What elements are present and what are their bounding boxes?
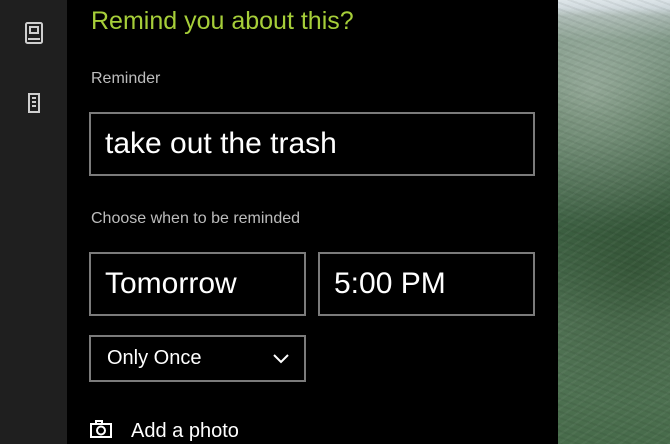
building-icon <box>24 91 44 120</box>
date-picker[interactable]: Tomorrow <box>89 252 306 316</box>
landscape-background <box>558 0 670 444</box>
schedule-label: Choose when to be reminded <box>91 210 301 227</box>
repeat-value: Only Once <box>107 347 202 369</box>
forest-texture <box>558 0 670 444</box>
time-value: 5:00 PM <box>334 267 446 300</box>
repeat-dropdown[interactable]: Only Once <box>89 335 306 382</box>
notebook-icon <box>22 21 46 50</box>
reminder-text: take out the trash <box>105 127 337 160</box>
building-button[interactable] <box>0 80 67 130</box>
reminder-label: Reminder <box>91 70 161 87</box>
camera-icon <box>89 419 113 444</box>
notebook-button[interactable] <box>0 10 67 60</box>
reminder-input[interactable]: take out the trash <box>89 112 535 176</box>
date-value: Tomorrow <box>105 267 237 300</box>
add-photo-label: Add a photo <box>131 419 239 442</box>
page-title: Remind you about this? <box>91 7 354 35</box>
add-photo-button[interactable]: Add a photo <box>89 418 239 444</box>
time-picker[interactable]: 5:00 PM <box>318 252 535 316</box>
left-rail <box>0 0 67 444</box>
chevron-down-icon <box>272 349 290 367</box>
